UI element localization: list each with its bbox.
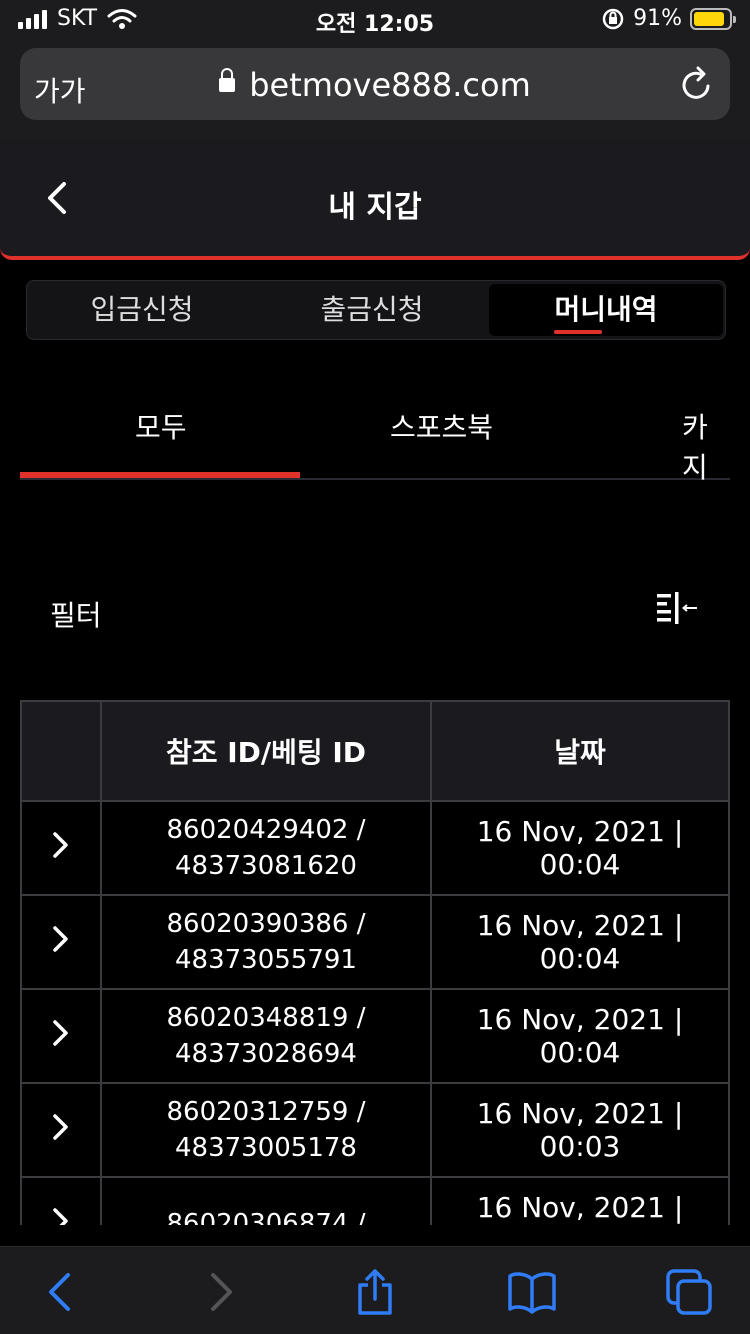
table-row[interactable]: 86020390386 / 48373055791 16 Nov, 2021 |…: [20, 894, 730, 990]
subtab-all[interactable]: 모두: [135, 406, 187, 446]
ref-id: 86020429402 /: [166, 815, 366, 845]
filter-toggle-icon[interactable]: [655, 590, 701, 630]
chevron-right-icon: [53, 831, 68, 858]
chevron-right-icon: [53, 1113, 68, 1140]
bet-id: 48373081620: [175, 851, 357, 881]
date-cell: 16 Nov, 2021 | 00:03: [430, 1082, 730, 1178]
ref-id: 86020312759 /: [166, 1097, 366, 1127]
expand-row-button[interactable]: [20, 1176, 102, 1225]
date-cell: 16 Nov, 2021 | 00:04: [430, 800, 730, 896]
table-row[interactable]: 86020348819 / 48373028694 16 Nov, 2021 |…: [20, 988, 730, 1084]
back-icon[interactable]: [36, 1267, 86, 1317]
history-subtabs: 모두 스포츠북 카지: [20, 380, 730, 484]
date-cell: 16 Nov, 2021 | 00:04: [430, 988, 730, 1084]
browser-bottom-toolbar: [0, 1246, 750, 1334]
chevron-right-icon: [53, 1019, 68, 1046]
bookmarks-icon[interactable]: [507, 1267, 557, 1317]
active-segment-underline: [554, 330, 602, 334]
wallet-header: 내 지갑: [0, 140, 750, 260]
url-display[interactable]: betmove888.com: [20, 66, 730, 104]
battery-percent: 91%: [633, 6, 682, 31]
url-text: betmove888.com: [249, 66, 531, 104]
browser-toolbar: 가가 betmove888.com: [0, 40, 750, 140]
status-bar: SKT 오전 12:05 91%: [0, 0, 750, 40]
table-header-row: 참조 ID/베팅 ID 날짜: [20, 700, 730, 802]
bet-id: 48373005178: [175, 1133, 357, 1163]
ref-id: 86020348819 /: [166, 1003, 366, 1033]
expand-row-button[interactable]: [20, 894, 102, 990]
date-cell: 16 Nov, 2021 | 00:04: [430, 894, 730, 990]
subtab-sportsbook[interactable]: 스포츠북: [390, 406, 493, 446]
status-right: 91%: [601, 6, 736, 31]
table-row[interactable]: 86020312759 / 48373005178 16 Nov, 2021 |…: [20, 1082, 730, 1178]
table-row[interactable]: 86020429402 / 48373081620 16 Nov, 2021 |…: [20, 800, 730, 896]
ref-bet-id-cell: 86020312759 / 48373005178: [100, 1082, 432, 1178]
ref-bet-id-cell: 86020429402 / 48373081620: [100, 800, 432, 896]
filter-label: 필터: [50, 599, 102, 632]
expand-row-button[interactable]: [20, 800, 102, 896]
date-cell: 16 Nov, 2021 | 00:03: [430, 1176, 730, 1225]
date-column-header: 날짜: [430, 700, 730, 802]
wallet-segment-tabs: 입금신청 출금신청 머니내역: [26, 280, 726, 340]
expand-row-button[interactable]: [20, 988, 102, 1084]
tab-withdraw-request[interactable]: 출금신청: [257, 281, 487, 339]
chevron-right-icon: [53, 925, 68, 952]
share-icon[interactable]: [350, 1267, 400, 1317]
chevron-right-icon: [53, 1207, 68, 1225]
money-history-table: 참조 ID/베팅 ID 날짜 86020429402 / 48373081620…: [20, 700, 730, 1225]
ref-id: 86020306874 /: [166, 1209, 366, 1225]
expand-row-button[interactable]: [20, 1082, 102, 1178]
subtab-casino[interactable]: 카지: [682, 406, 730, 486]
table-row[interactable]: 86020306874 / 16 Nov, 2021 | 00:03: [20, 1176, 730, 1225]
page-title: 내 지갑: [328, 190, 422, 225]
orientation-lock-icon: [602, 8, 624, 29]
ref-id: 86020390386 /: [166, 909, 366, 939]
ref-bet-id-cell: 86020348819 / 48373028694: [100, 988, 432, 1084]
ref-bet-id-column-header: 참조 ID/베팅 ID: [100, 700, 432, 802]
reload-icon[interactable]: [680, 66, 714, 102]
forward-icon[interactable]: [195, 1267, 245, 1317]
bet-id: 48373028694: [175, 1039, 357, 1069]
battery-icon: [690, 7, 736, 30]
expand-column-header: [20, 700, 102, 802]
ref-bet-id-cell: 86020390386 / 48373055791: [100, 894, 432, 990]
bet-id: 48373055791: [175, 945, 357, 975]
tab-money-history[interactable]: 머니내역: [489, 284, 723, 336]
tabs-icon[interactable]: [664, 1267, 714, 1317]
active-subtab-indicator: [20, 472, 300, 478]
ref-bet-id-cell: 86020306874 /: [100, 1176, 432, 1225]
lock-icon: [219, 68, 236, 92]
tab-deposit-request[interactable]: 입금신청: [27, 281, 257, 339]
address-bar[interactable]: 가가 betmove888.com: [20, 48, 730, 120]
